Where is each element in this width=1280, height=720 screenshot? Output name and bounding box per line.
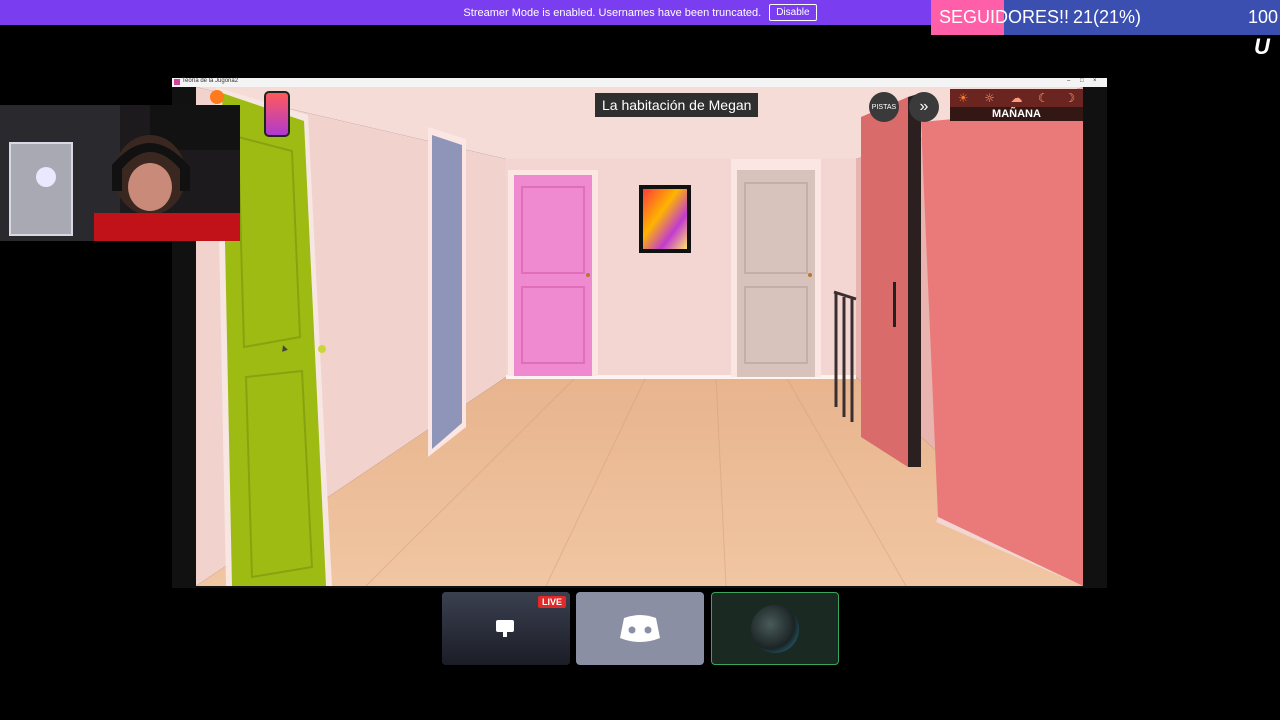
right-wall bbox=[921, 107, 1083, 586]
streamer-mode-message: Streamer Mode is enabled. Usernames have… bbox=[463, 6, 762, 19]
crescent-icon: ☽ bbox=[1064, 91, 1076, 105]
stair-railing bbox=[833, 290, 857, 422]
disable-streamer-mode-button[interactable]: Disable bbox=[769, 4, 817, 21]
cloud-sun-icon: ☁ bbox=[1010, 91, 1023, 105]
minimize-button[interactable]: – bbox=[1067, 78, 1070, 84]
ticker-text: U bbox=[1254, 34, 1270, 59]
pink-door[interactable] bbox=[514, 175, 592, 376]
pistas-button[interactable]: PISTAS bbox=[869, 92, 899, 122]
game-window[interactable]: Teoría de la Jugona2 – □ × bbox=[172, 78, 1107, 588]
red-door[interactable] bbox=[861, 97, 908, 467]
game-scene[interactable] bbox=[196, 87, 1083, 586]
sun-icon: ☼ bbox=[984, 91, 995, 105]
pc-case bbox=[9, 142, 73, 236]
ring-menu-icon[interactable] bbox=[210, 90, 224, 104]
grey-door[interactable] bbox=[432, 135, 462, 449]
discord-tile[interactable] bbox=[576, 592, 704, 665]
goal-target: 100 bbox=[1247, 7, 1278, 27]
follower-goal-bar: SEGUIDORES!! 21(21%) 100 bbox=[931, 0, 1280, 35]
game-window-titlebar[interactable]: Teoría de la Jugona2 – □ × bbox=[172, 78, 1107, 87]
goal-current: 21(21%) bbox=[1073, 7, 1142, 27]
webcam-feed bbox=[0, 105, 240, 241]
time-of-day-label: MAÑANA bbox=[950, 107, 1083, 121]
close-button[interactable]: × bbox=[1093, 78, 1097, 84]
live-badge: LIVE bbox=[537, 596, 566, 608]
hallway-scene bbox=[196, 87, 1083, 586]
time-of-day-icons: ☀ ☼ ☁ ☾ ☽ bbox=[950, 89, 1083, 107]
sunrise-icon: ☀ bbox=[957, 91, 969, 105]
avatar-tile[interactable] bbox=[711, 592, 839, 665]
red-shirt bbox=[94, 213, 240, 241]
monitor-icon bbox=[496, 620, 514, 632]
avatar bbox=[751, 605, 799, 653]
moon-icon: ☾ bbox=[1038, 91, 1049, 105]
phone-icon[interactable] bbox=[264, 91, 290, 137]
maximize-button[interactable]: □ bbox=[1080, 78, 1084, 84]
goal-label: SEGUIDORES!! bbox=[939, 7, 1070, 27]
pistas-label: PISTAS bbox=[871, 103, 897, 111]
game-window-title: Teoría de la Jugona2 bbox=[182, 78, 239, 84]
screen-share-tile[interactable]: LIVE bbox=[442, 592, 570, 665]
fast-forward-icon[interactable]: » bbox=[909, 92, 939, 122]
discord-icon bbox=[620, 615, 660, 642]
app-icon bbox=[174, 79, 180, 85]
location-label: La habitación de Megan bbox=[595, 93, 759, 117]
